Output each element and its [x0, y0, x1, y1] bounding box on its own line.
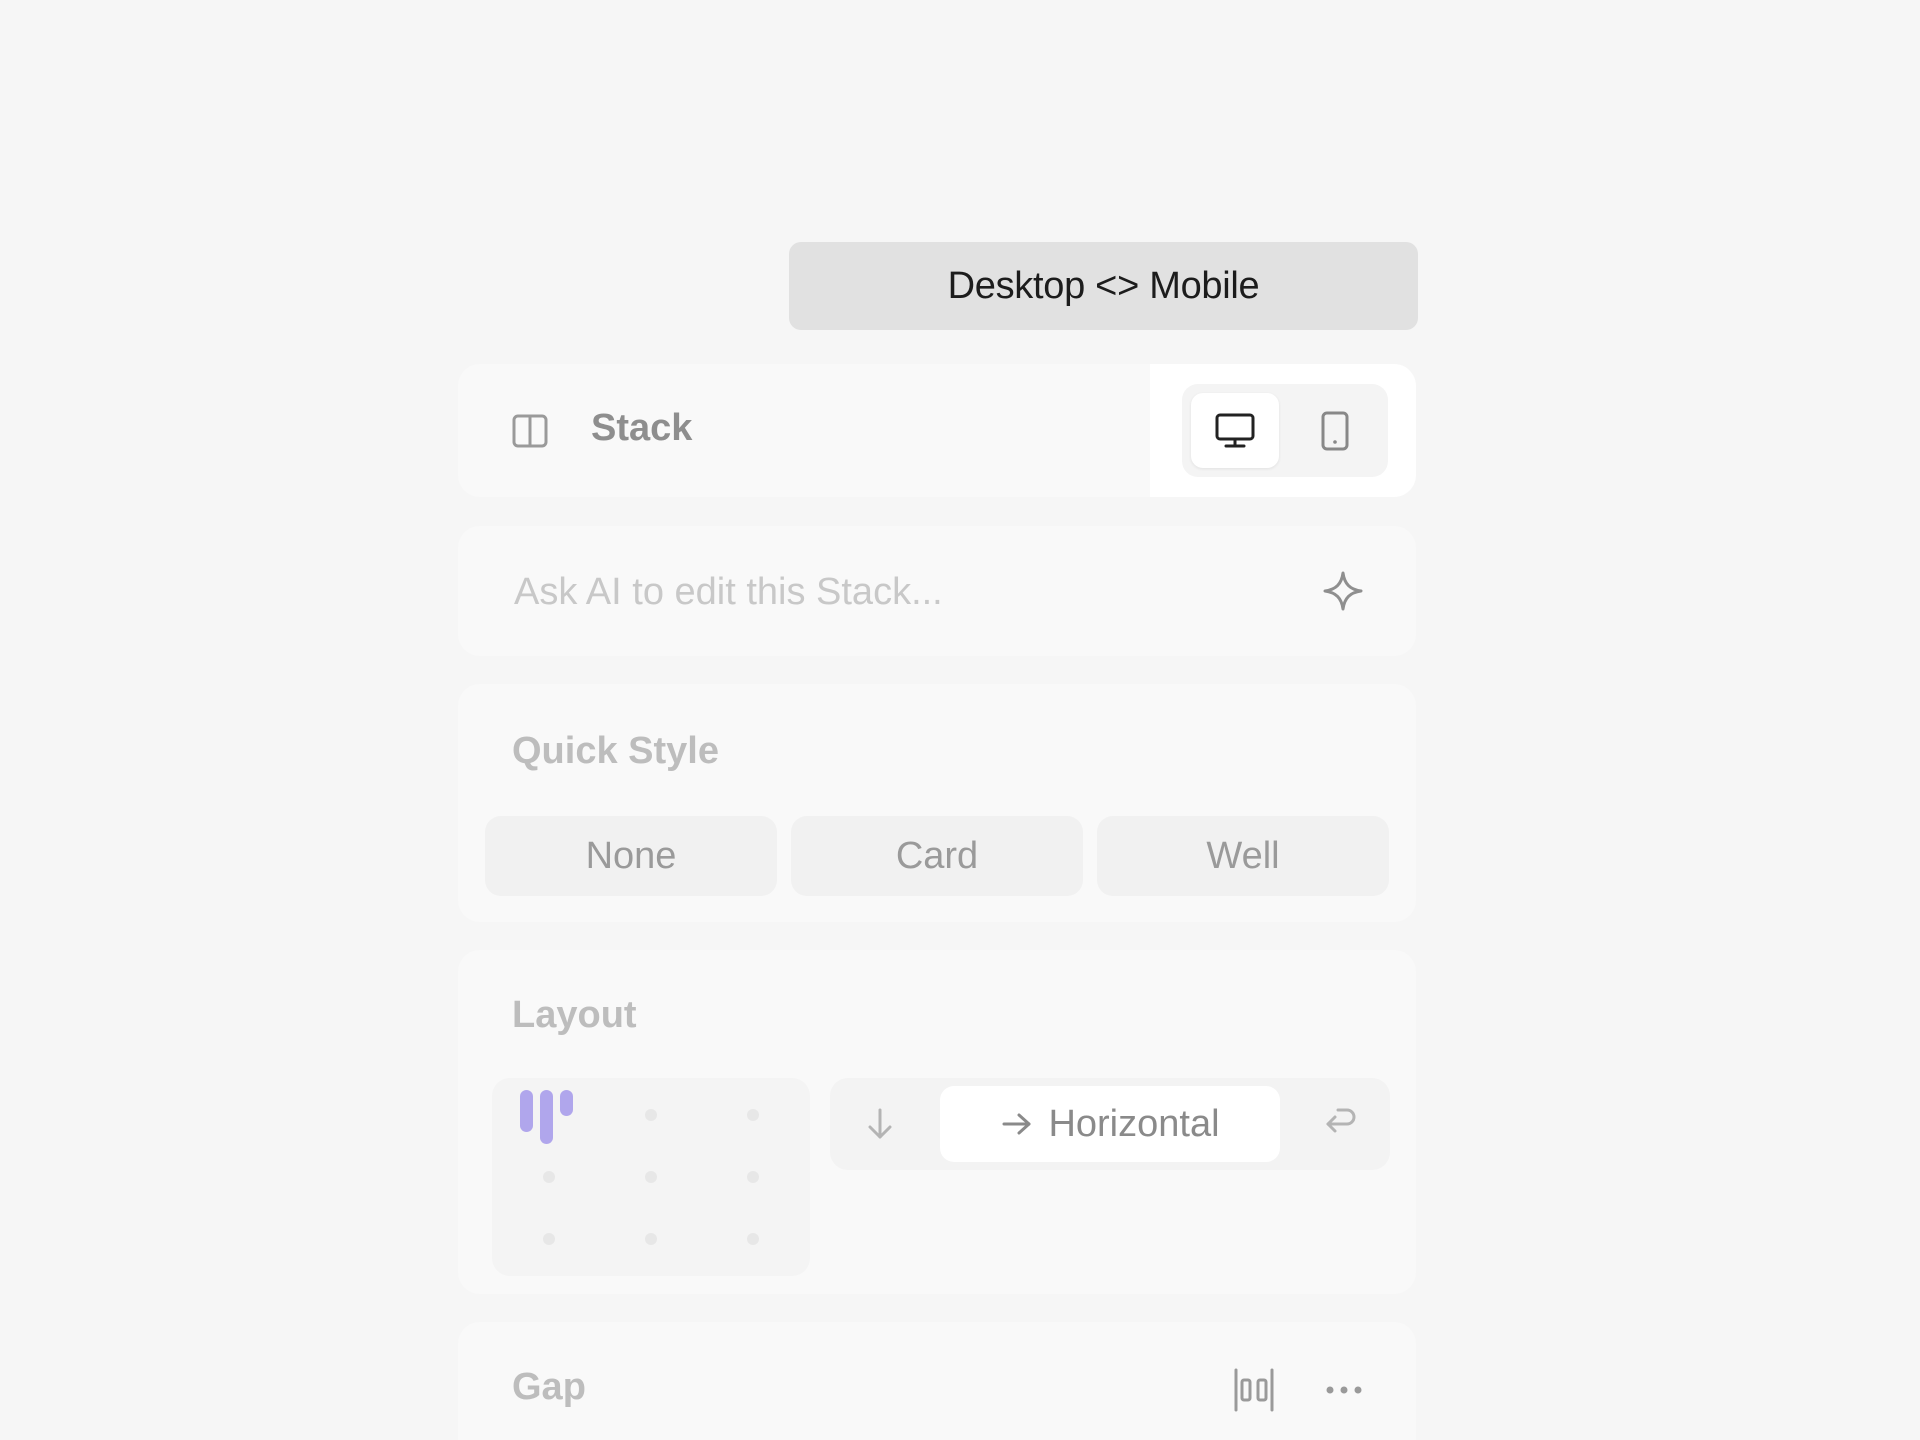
stack-header: Stack — [458, 364, 1416, 497]
component-title: Stack — [591, 407, 693, 449]
alignment-dot[interactable] — [747, 1109, 759, 1121]
quick-style-card-button[interactable]: Card — [791, 816, 1083, 896]
distribute-gap-icon[interactable] — [1232, 1366, 1276, 1414]
quick-style-label: None — [585, 834, 677, 877]
columns-panel-icon — [512, 414, 548, 448]
device-toggle — [1182, 384, 1388, 477]
direction-horizontal-button[interactable]: Horizontal — [940, 1086, 1280, 1162]
direction-label: Horizontal — [1048, 1102, 1220, 1145]
wrap-arrow-icon[interactable] — [1320, 1104, 1360, 1144]
gap-section: Gap — [458, 1322, 1416, 1440]
quick-style-section: Quick Style None Card Well — [458, 684, 1416, 922]
device-toggle-tooltip: Desktop <> Mobile — [789, 242, 1418, 330]
sparkle-icon[interactable] — [1322, 570, 1364, 612]
tooltip-text: Desktop <> Mobile — [947, 264, 1260, 307]
alignment-grid[interactable] — [492, 1078, 810, 1276]
mobile-view-button[interactable] — [1291, 393, 1379, 468]
desktop-view-button[interactable] — [1191, 393, 1279, 468]
alignment-dot[interactable] — [645, 1171, 657, 1183]
quick-style-title: Quick Style — [512, 730, 719, 772]
direction-segmented-control: Horizontal — [830, 1078, 1390, 1170]
stack-settings-panel: Desktop <> Mobile Stack Ask AI to edit t… — [0, 0, 1920, 1440]
monitor-icon — [1215, 413, 1255, 447]
alignment-dot[interactable] — [747, 1171, 759, 1183]
arrow-right-icon — [1002, 1113, 1031, 1135]
alignment-dot[interactable] — [543, 1233, 555, 1245]
ai-edit-input[interactable] — [512, 526, 1296, 658]
quick-style-label: Well — [1206, 834, 1280, 877]
layout-section: Layout Horizontal — [458, 950, 1416, 1294]
quick-style-label: Card — [895, 834, 979, 877]
alignment-dot[interactable] — [645, 1109, 657, 1121]
more-dots-icon[interactable] — [1324, 1374, 1364, 1406]
gap-title: Gap — [512, 1366, 586, 1408]
layout-title: Layout — [512, 994, 637, 1036]
alignment-dot[interactable] — [747, 1233, 759, 1245]
phone-icon — [1321, 411, 1349, 450]
device-toggle-zone — [1150, 364, 1416, 497]
quick-style-well-button[interactable]: Well — [1097, 816, 1389, 896]
quick-style-none-button[interactable]: None — [485, 816, 777, 896]
alignment-dot[interactable] — [645, 1233, 657, 1245]
alignment-dot[interactable] — [543, 1171, 555, 1183]
arrow-down-icon[interactable] — [860, 1104, 900, 1144]
ai-edit-card — [458, 526, 1416, 658]
